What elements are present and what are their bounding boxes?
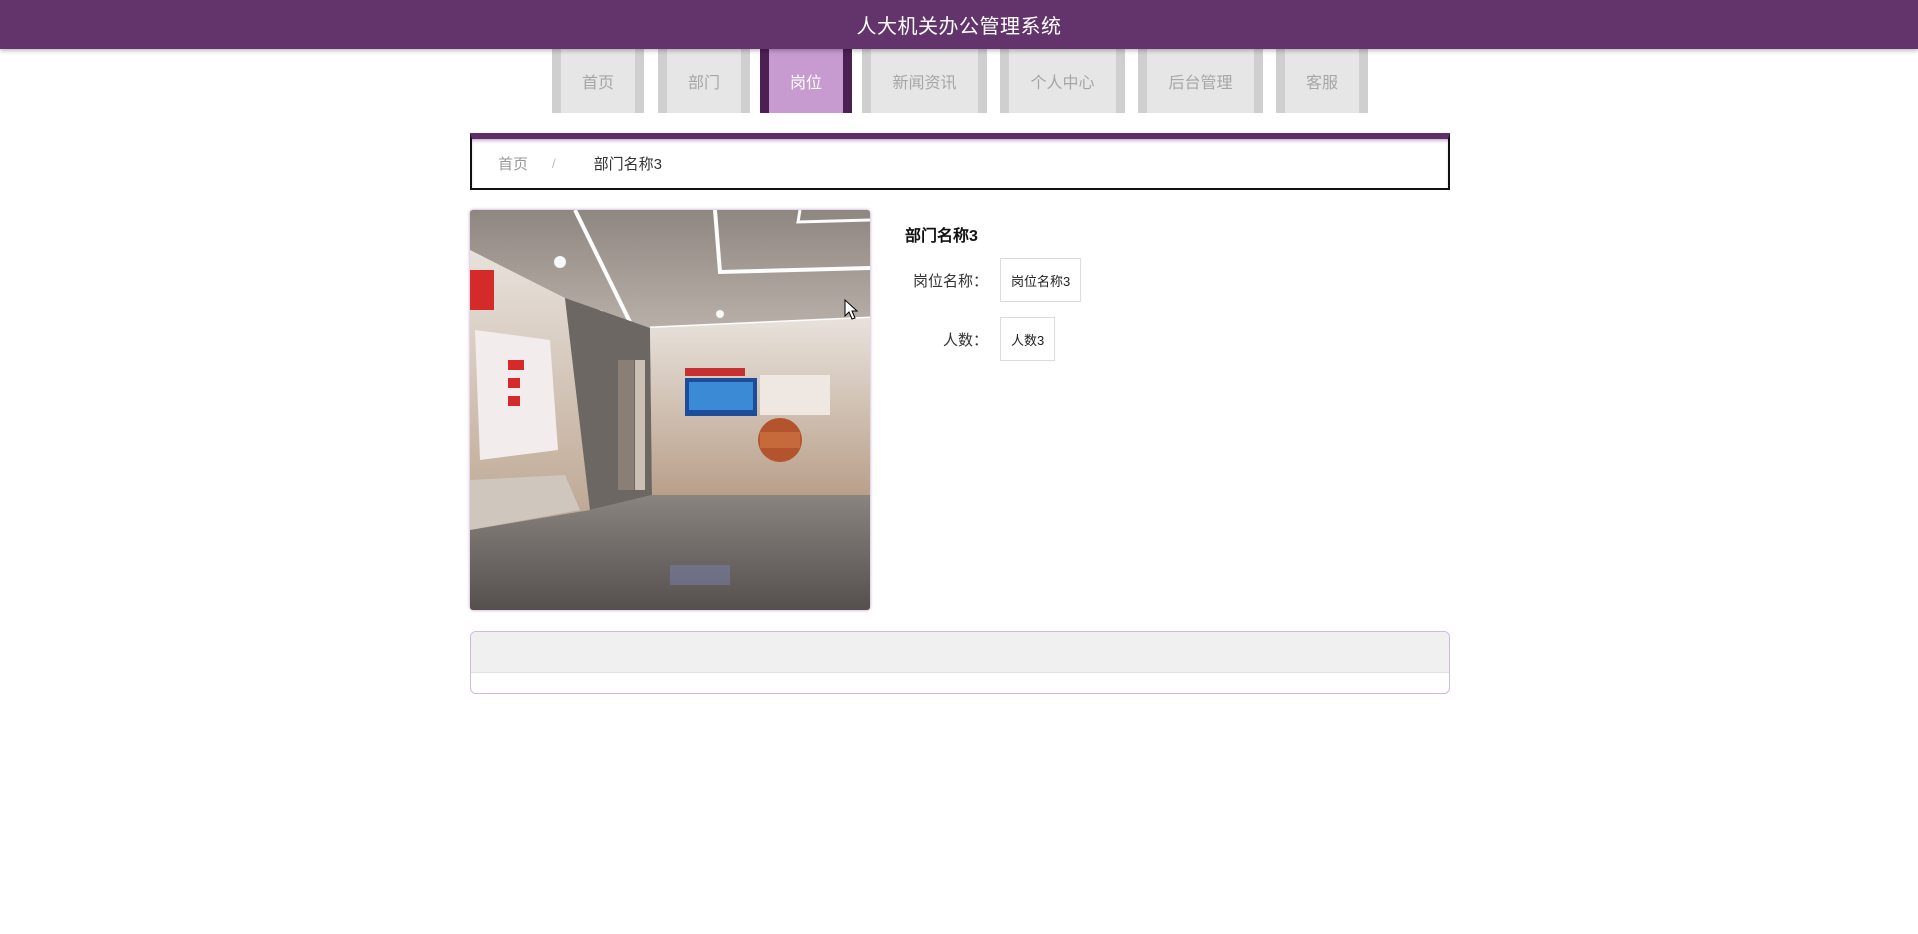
field-label: 人数： xyxy=(942,331,988,349)
breadcrumb-separator: / xyxy=(552,156,556,171)
content-panel xyxy=(470,631,1450,694)
nav-item-department[interactable]: 部门 xyxy=(658,49,750,113)
top-header: 人大机关办公管理系统 xyxy=(0,0,1918,49)
breadcrumb: 首页 / 部门名称3 xyxy=(470,133,1450,190)
nav-item-label: 后台管理 xyxy=(1168,75,1233,92)
nav-item-position[interactable]: 岗位 xyxy=(760,49,852,113)
nav-item-label: 岗位 xyxy=(789,75,822,92)
system-title: 人大机关办公管理系统 xyxy=(856,14,1062,38)
main-nav: 首页 部门 岗位 新闻资讯 个人中心 后台管理 客服 xyxy=(0,49,1918,113)
nav-item-admin[interactable]: 后台管理 xyxy=(1138,49,1263,113)
field-headcount: 人数： 人数3 xyxy=(905,317,1056,361)
department-title: 部门名称3 xyxy=(905,228,978,245)
nav-item-label: 新闻资讯 xyxy=(892,75,957,92)
breadcrumb-home-link[interactable]: 首页 xyxy=(498,153,528,174)
nav-item-label: 首页 xyxy=(581,75,614,92)
nav-item-news[interactable]: 新闻资讯 xyxy=(862,49,987,113)
nav-item-home[interactable]: 首页 xyxy=(552,49,644,113)
breadcrumb-current: 部门名称3 xyxy=(593,156,662,173)
field-position-name: 岗位名称： 岗位名称3 xyxy=(905,258,1082,302)
field-value: 岗位名称3 xyxy=(1000,258,1082,302)
panel-header xyxy=(471,632,1449,673)
field-label: 岗位名称： xyxy=(912,272,988,290)
position-detail: 部门名称3 xyxy=(905,210,978,246)
nav-item-customer-service[interactable]: 客服 xyxy=(1276,49,1368,113)
mouse-cursor-icon xyxy=(844,299,859,320)
nav-item-label: 客服 xyxy=(1305,75,1338,92)
nav-item-label: 个人中心 xyxy=(1030,75,1095,92)
nav-item-label: 部门 xyxy=(687,75,720,92)
department-photo xyxy=(470,210,870,610)
nav-item-personal-center[interactable]: 个人中心 xyxy=(1000,49,1125,113)
field-value: 人数3 xyxy=(1000,317,1056,361)
